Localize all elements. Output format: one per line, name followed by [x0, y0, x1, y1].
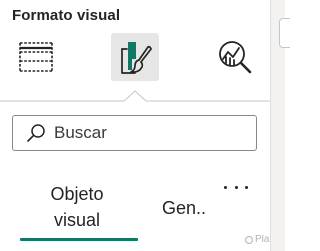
build-visual-button[interactable]: [12, 33, 60, 81]
more-ellipsis-icon[interactable]: [224, 180, 248, 194]
watermark-logo-icon: [245, 235, 253, 244]
analytics-button[interactable]: [211, 33, 259, 81]
more-dot: [234, 185, 238, 189]
analytics-magnifier-icon: [219, 41, 252, 74]
search-icon: [26, 123, 46, 143]
tab-visual-object-label-line1: Objeto: [50, 184, 104, 204]
format-pane: Formato visual Buscar Objeto visual Gen.…: [0, 0, 279, 251]
more-dot: [245, 185, 248, 189]
more-dot: [224, 185, 227, 189]
collapsed-pane-strip: [270, 0, 290, 251]
active-tab-indicator: [20, 238, 138, 241]
search-input[interactable]: [54, 123, 244, 143]
format-visual-button[interactable]: [111, 33, 159, 81]
paintbrush-format-icon: [121, 42, 152, 74]
tab-visual-object-label-line2: visual: [53, 210, 101, 230]
collapse-handle[interactable]: [279, 18, 290, 48]
search-box[interactable]: [12, 115, 257, 151]
pane-title: Formato visual: [12, 7, 121, 24]
tab-general[interactable]: Gen..: [162, 197, 206, 219]
tab-visual-object[interactable]: Objeto visual: [36, 181, 118, 233]
fields-table-icon: [19, 42, 53, 72]
tool-indicator-divider: [0, 90, 270, 102]
